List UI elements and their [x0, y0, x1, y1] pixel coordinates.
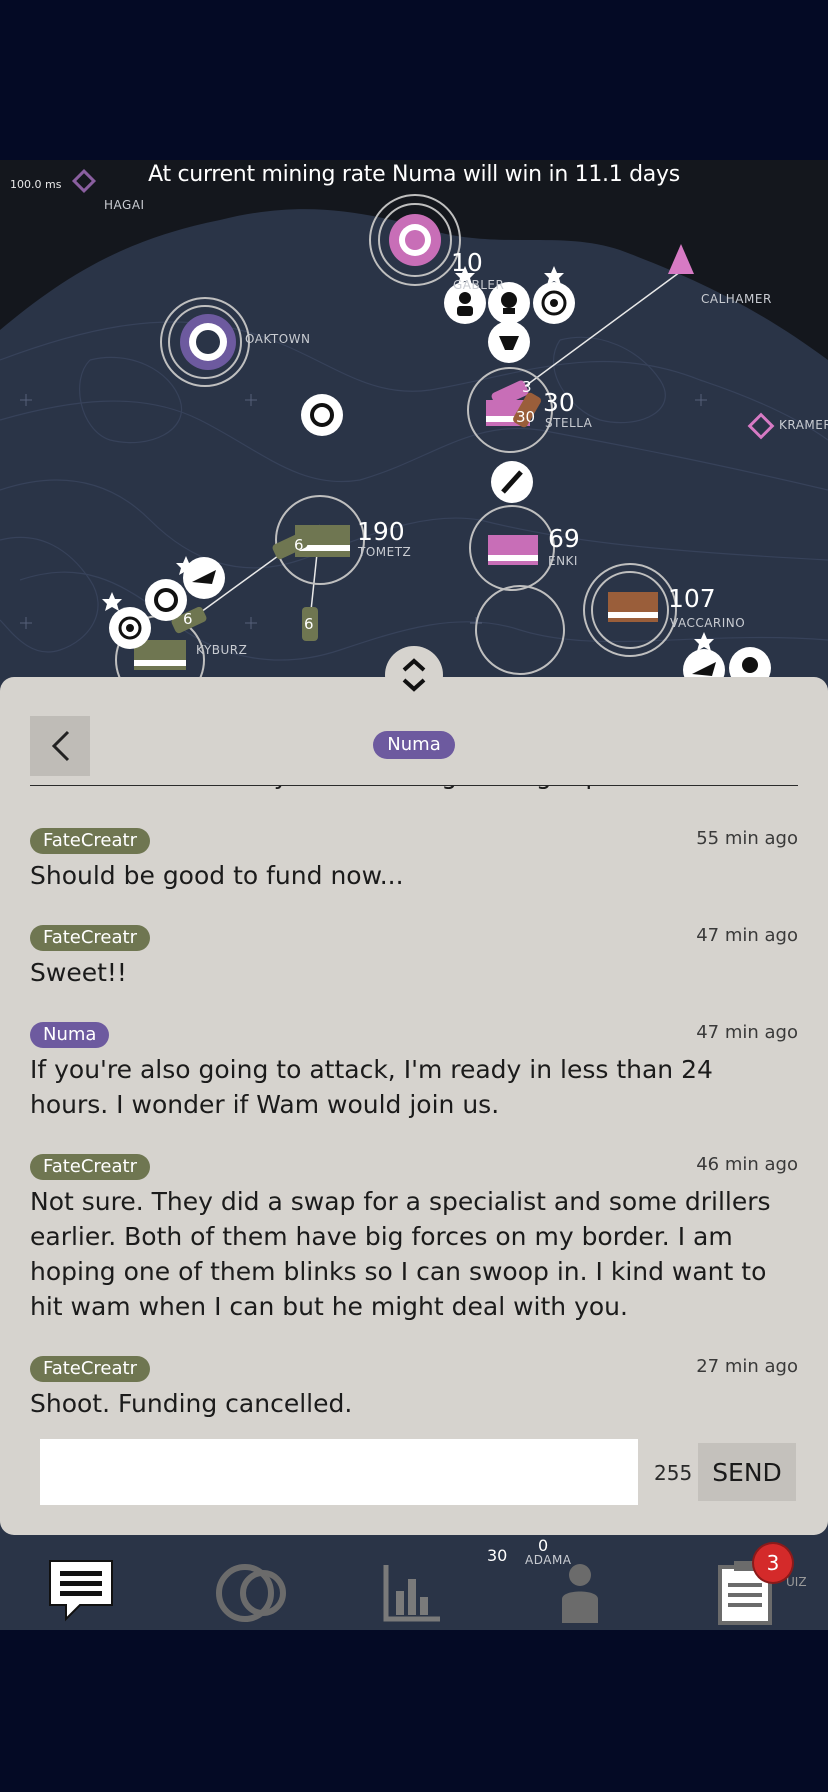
stats-icon	[383, 1565, 440, 1622]
empire-tab[interactable]	[215, 1563, 291, 1627]
sender-tag[interactable]: FateCreatr	[30, 1356, 150, 1382]
chat-icon	[49, 1560, 113, 1622]
place-label: STELLA	[545, 416, 593, 430]
calhamer-star[interactable]	[668, 244, 694, 274]
message-time: 55 min ago	[696, 828, 798, 849]
send-button[interactable]: SEND	[698, 1443, 796, 1501]
place-label: CALHAMER	[701, 292, 772, 306]
channel-title: Numa	[373, 731, 455, 759]
star-value: 107	[668, 584, 716, 613]
fleet-strength: 3	[522, 378, 532, 396]
place-label: HAGAI	[104, 198, 145, 212]
message-time: 47 min ago	[696, 1022, 798, 1043]
message-text: Shoot. Funding cancelled.	[30, 1389, 353, 1418]
sender-tag[interactable]: FateCreatr	[30, 925, 150, 951]
win-prediction-banner: At current mining rate Numa will win in …	[148, 162, 680, 187]
empire-icon	[216, 1564, 286, 1622]
char-count: 255	[654, 1461, 693, 1485]
message-item: FateCreatr 47 min ago Sweet!!	[0, 919, 828, 990]
sender-tag[interactable]: Numa	[30, 1022, 110, 1048]
message-time: 46 min ago	[696, 1154, 798, 1175]
star-value: 30	[543, 388, 575, 417]
fleet-strength: 30	[516, 408, 536, 426]
star-value: 190	[357, 517, 405, 546]
place-label: VACCARINO	[670, 616, 746, 630]
place-label: TOMETZ	[358, 545, 412, 559]
chevron-left-icon	[51, 730, 70, 762]
message-list[interactable]: Let me know when you are hitting manager…	[0, 786, 828, 1425]
place-label: OAKTOWN	[245, 332, 311, 346]
message-time: 47 min ago	[696, 925, 798, 946]
leaderboard-tab[interactable]	[560, 1561, 600, 1629]
sender-tag[interactable]: FateCreatr	[30, 1154, 150, 1180]
message-partial: Let me know when you are hitting manager…	[0, 786, 828, 794]
chat-tab[interactable]	[46, 1557, 118, 1627]
place-label: KRAMER	[779, 418, 828, 432]
star-value: 10	[451, 248, 483, 277]
fleet-strength: 6	[304, 615, 314, 633]
back-button[interactable]	[30, 716, 90, 776]
place-label: ENKI	[548, 554, 578, 568]
bottom-tab-bar: UIZ	[0, 1535, 828, 1630]
message-text: If you're also going to attack, I'm read…	[30, 1055, 713, 1119]
message-item: FateCreatr 46 min ago Not sure. They did…	[0, 1148, 828, 1324]
fleet-strength: 6	[294, 536, 304, 554]
reports-label: UIZ	[786, 1575, 807, 1589]
message-text: Sweet!!	[30, 958, 127, 987]
sender-tag[interactable]: FateCreatr	[30, 828, 150, 854]
message-item: FateCreatr 55 min ago Should be good to …	[0, 822, 828, 893]
message-text: Should be good to fund now...	[30, 861, 404, 890]
collapse-toggle-button[interactable]	[385, 646, 443, 704]
star-value: 69	[548, 524, 580, 553]
compose-row: 255 SEND	[0, 1439, 828, 1505]
chat-panel: Numa Let me know when you are hitting ma…	[0, 677, 828, 1535]
stats-tab[interactable]	[382, 1561, 444, 1627]
reports-badge: 3	[754, 1544, 792, 1582]
message-input[interactable]	[40, 1439, 638, 1505]
fleet-strength: 6	[183, 610, 193, 628]
place-label: GABLER	[453, 278, 505, 292]
message-text: Not sure. They did a swap for a speciali…	[30, 1187, 771, 1321]
message-item: Numa 47 min ago If you're also going to …	[0, 1016, 828, 1122]
chevron-up-down-icon	[402, 658, 426, 692]
place-label: KYBURZ	[196, 643, 248, 657]
leaderboard-icon	[562, 1564, 598, 1623]
message-time: 27 min ago	[696, 1356, 798, 1377]
message-item: FateCreatr 27 min ago Shoot. Funding can…	[0, 1350, 828, 1421]
